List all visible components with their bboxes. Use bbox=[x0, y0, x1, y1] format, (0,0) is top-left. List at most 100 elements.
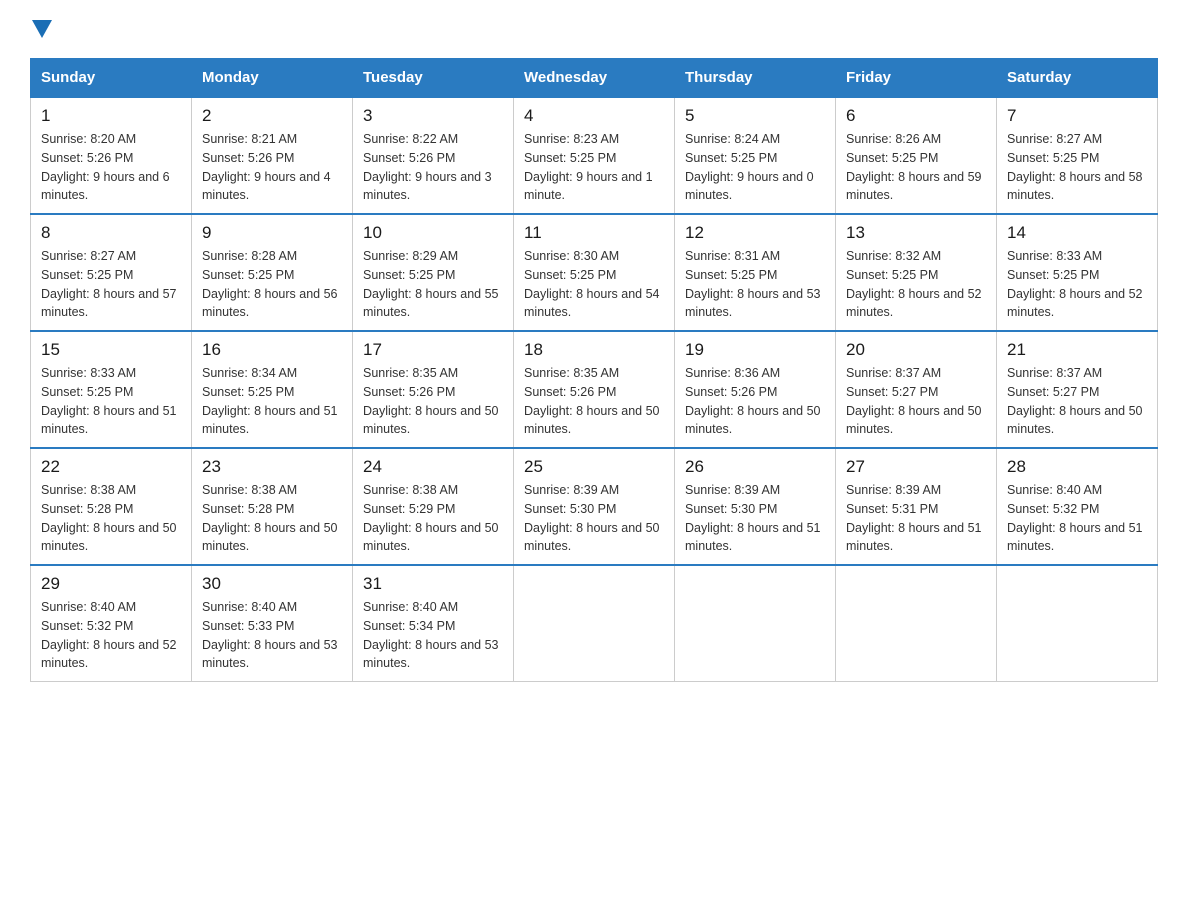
day-number: 11 bbox=[524, 223, 664, 243]
day-cell bbox=[836, 565, 997, 682]
day-info: Sunrise: 8:32 AMSunset: 5:25 PMDaylight:… bbox=[846, 247, 986, 322]
day-cell: 20 Sunrise: 8:37 AMSunset: 5:27 PMDayligh… bbox=[836, 331, 997, 448]
day-cell bbox=[514, 565, 675, 682]
day-cell: 7 Sunrise: 8:27 AMSunset: 5:25 PMDaylight… bbox=[997, 97, 1158, 214]
logo-triangle-icon bbox=[32, 20, 52, 38]
day-info: Sunrise: 8:20 AMSunset: 5:26 PMDaylight:… bbox=[41, 130, 181, 205]
calendar-header: SundayMondayTuesdayWednesdayThursdayFrid… bbox=[31, 59, 1158, 98]
calendar-table: SundayMondayTuesdayWednesdayThursdayFrid… bbox=[30, 58, 1158, 682]
day-info: Sunrise: 8:34 AMSunset: 5:25 PMDaylight:… bbox=[202, 364, 342, 439]
day-info: Sunrise: 8:30 AMSunset: 5:25 PMDaylight:… bbox=[524, 247, 664, 322]
day-cell: 6 Sunrise: 8:26 AMSunset: 5:25 PMDaylight… bbox=[836, 97, 997, 214]
day-number: 7 bbox=[1007, 106, 1147, 126]
day-header-saturday: Saturday bbox=[997, 59, 1158, 98]
day-info: Sunrise: 8:26 AMSunset: 5:25 PMDaylight:… bbox=[846, 130, 986, 205]
day-cell: 15 Sunrise: 8:33 AMSunset: 5:25 PMDayligh… bbox=[31, 331, 192, 448]
day-header-tuesday: Tuesday bbox=[353, 59, 514, 98]
day-number: 30 bbox=[202, 574, 342, 594]
day-info: Sunrise: 8:29 AMSunset: 5:25 PMDaylight:… bbox=[363, 247, 503, 322]
day-number: 4 bbox=[524, 106, 664, 126]
day-cell: 5 Sunrise: 8:24 AMSunset: 5:25 PMDaylight… bbox=[675, 97, 836, 214]
day-info: Sunrise: 8:39 AMSunset: 5:30 PMDaylight:… bbox=[524, 481, 664, 556]
day-header-monday: Monday bbox=[192, 59, 353, 98]
day-info: Sunrise: 8:38 AMSunset: 5:29 PMDaylight:… bbox=[363, 481, 503, 556]
day-info: Sunrise: 8:33 AMSunset: 5:25 PMDaylight:… bbox=[1007, 247, 1147, 322]
day-header-thursday: Thursday bbox=[675, 59, 836, 98]
day-info: Sunrise: 8:21 AMSunset: 5:26 PMDaylight:… bbox=[202, 130, 342, 205]
day-info: Sunrise: 8:33 AMSunset: 5:25 PMDaylight:… bbox=[41, 364, 181, 439]
day-info: Sunrise: 8:40 AMSunset: 5:34 PMDaylight:… bbox=[363, 598, 503, 673]
day-cell: 1 Sunrise: 8:20 AMSunset: 5:26 PMDaylight… bbox=[31, 97, 192, 214]
day-number: 31 bbox=[363, 574, 503, 594]
day-number: 29 bbox=[41, 574, 181, 594]
day-info: Sunrise: 8:40 AMSunset: 5:32 PMDaylight:… bbox=[1007, 481, 1147, 556]
day-cell bbox=[997, 565, 1158, 682]
day-number: 10 bbox=[363, 223, 503, 243]
day-info: Sunrise: 8:31 AMSunset: 5:25 PMDaylight:… bbox=[685, 247, 825, 322]
day-number: 21 bbox=[1007, 340, 1147, 360]
day-cell: 21 Sunrise: 8:37 AMSunset: 5:27 PMDayligh… bbox=[997, 331, 1158, 448]
day-cell: 18Sunrise: 8:35 AMSunset: 5:26 PMDayligh… bbox=[514, 331, 675, 448]
day-number: 15 bbox=[41, 340, 181, 360]
day-cell: 25 Sunrise: 8:39 AMSunset: 5:30 PMDayligh… bbox=[514, 448, 675, 565]
day-cell: 31 Sunrise: 8:40 AMSunset: 5:34 PMDayligh… bbox=[353, 565, 514, 682]
day-number: 3 bbox=[363, 106, 503, 126]
day-cell: 10 Sunrise: 8:29 AMSunset: 5:25 PMDayligh… bbox=[353, 214, 514, 331]
day-info: Sunrise: 8:38 AMSunset: 5:28 PMDaylight:… bbox=[202, 481, 342, 556]
day-cell: 3 Sunrise: 8:22 AMSunset: 5:26 PMDaylight… bbox=[353, 97, 514, 214]
day-number: 1 bbox=[41, 106, 181, 126]
day-number: 13 bbox=[846, 223, 986, 243]
day-info: Sunrise: 8:27 AMSunset: 5:25 PMDaylight:… bbox=[41, 247, 181, 322]
day-number: 20 bbox=[846, 340, 986, 360]
day-info: Sunrise: 8:27 AMSunset: 5:25 PMDaylight:… bbox=[1007, 130, 1147, 205]
day-cell: 16Sunrise: 8:34 AMSunset: 5:25 PMDayligh… bbox=[192, 331, 353, 448]
day-number: 26 bbox=[685, 457, 825, 477]
day-cell: 2 Sunrise: 8:21 AMSunset: 5:26 PMDaylight… bbox=[192, 97, 353, 214]
day-number: 22 bbox=[41, 457, 181, 477]
day-cell: 11 Sunrise: 8:30 AMSunset: 5:25 PMDayligh… bbox=[514, 214, 675, 331]
day-cell: 24Sunrise: 8:38 AMSunset: 5:29 PMDayligh… bbox=[353, 448, 514, 565]
week-row-1: 1 Sunrise: 8:20 AMSunset: 5:26 PMDaylight… bbox=[31, 97, 1158, 214]
day-cell: 12Sunrise: 8:31 AMSunset: 5:25 PMDayligh… bbox=[675, 214, 836, 331]
day-info: Sunrise: 8:22 AMSunset: 5:26 PMDaylight:… bbox=[363, 130, 503, 205]
day-info: Sunrise: 8:38 AMSunset: 5:28 PMDaylight:… bbox=[41, 481, 181, 556]
day-header-sunday: Sunday bbox=[31, 59, 192, 98]
day-info: Sunrise: 8:37 AMSunset: 5:27 PMDaylight:… bbox=[1007, 364, 1147, 439]
day-cell: 29Sunrise: 8:40 AMSunset: 5:32 PMDayligh… bbox=[31, 565, 192, 682]
day-info: Sunrise: 8:36 AMSunset: 5:26 PMDaylight:… bbox=[685, 364, 825, 439]
week-row-4: 22 Sunrise: 8:38 AMSunset: 5:28 PMDayligh… bbox=[31, 448, 1158, 565]
day-number: 2 bbox=[202, 106, 342, 126]
days-of-week-row: SundayMondayTuesdayWednesdayThursdayFrid… bbox=[31, 59, 1158, 98]
day-cell: 13 Sunrise: 8:32 AMSunset: 5:25 PMDayligh… bbox=[836, 214, 997, 331]
day-info: Sunrise: 8:35 AMSunset: 5:26 PMDaylight:… bbox=[363, 364, 503, 439]
header bbox=[30, 20, 1158, 38]
day-info: Sunrise: 8:39 AMSunset: 5:30 PMDaylight:… bbox=[685, 481, 825, 556]
day-cell: 19 Sunrise: 8:36 AMSunset: 5:26 PMDayligh… bbox=[675, 331, 836, 448]
day-info: Sunrise: 8:28 AMSunset: 5:25 PMDaylight:… bbox=[202, 247, 342, 322]
day-info: Sunrise: 8:39 AMSunset: 5:31 PMDaylight:… bbox=[846, 481, 986, 556]
logo bbox=[30, 20, 52, 38]
day-cell: 23Sunrise: 8:38 AMSunset: 5:28 PMDayligh… bbox=[192, 448, 353, 565]
day-cell: 30 Sunrise: 8:40 AMSunset: 5:33 PMDayligh… bbox=[192, 565, 353, 682]
day-info: Sunrise: 8:23 AMSunset: 5:25 PMDaylight:… bbox=[524, 130, 664, 205]
day-cell bbox=[675, 565, 836, 682]
day-number: 18 bbox=[524, 340, 664, 360]
day-header-friday: Friday bbox=[836, 59, 997, 98]
day-cell: 4 Sunrise: 8:23 AMSunset: 5:25 PMDaylight… bbox=[514, 97, 675, 214]
week-row-3: 15 Sunrise: 8:33 AMSunset: 5:25 PMDayligh… bbox=[31, 331, 1158, 448]
day-info: Sunrise: 8:37 AMSunset: 5:27 PMDaylight:… bbox=[846, 364, 986, 439]
day-cell: 22 Sunrise: 8:38 AMSunset: 5:28 PMDayligh… bbox=[31, 448, 192, 565]
day-cell: 8 Sunrise: 8:27 AMSunset: 5:25 PMDaylight… bbox=[31, 214, 192, 331]
day-number: 8 bbox=[41, 223, 181, 243]
day-number: 5 bbox=[685, 106, 825, 126]
day-info: Sunrise: 8:40 AMSunset: 5:33 PMDaylight:… bbox=[202, 598, 342, 673]
day-cell: 28Sunrise: 8:40 AMSunset: 5:32 PMDayligh… bbox=[997, 448, 1158, 565]
day-cell: 27 Sunrise: 8:39 AMSunset: 5:31 PMDayligh… bbox=[836, 448, 997, 565]
day-header-wednesday: Wednesday bbox=[514, 59, 675, 98]
day-number: 25 bbox=[524, 457, 664, 477]
day-number: 27 bbox=[846, 457, 986, 477]
day-info: Sunrise: 8:24 AMSunset: 5:25 PMDaylight:… bbox=[685, 130, 825, 205]
day-number: 19 bbox=[685, 340, 825, 360]
day-number: 6 bbox=[846, 106, 986, 126]
calendar-body: 1 Sunrise: 8:20 AMSunset: 5:26 PMDaylight… bbox=[31, 97, 1158, 682]
